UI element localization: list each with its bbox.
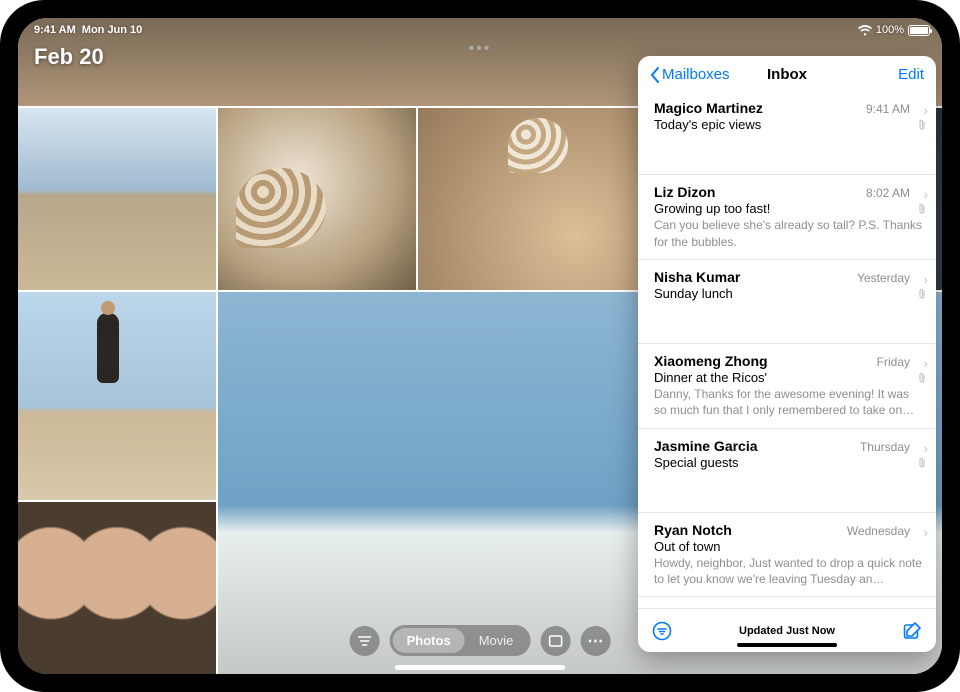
attachment-icon bbox=[917, 457, 927, 469]
chevron-right-icon: › bbox=[924, 187, 928, 202]
home-indicator[interactable] bbox=[395, 665, 565, 670]
photos-mode-button[interactable]: Photos bbox=[393, 628, 465, 653]
chevron-right-icon: › bbox=[924, 272, 928, 287]
mail-time: 9:41 AM bbox=[866, 102, 910, 116]
mail-row[interactable]: Magico Martinez 9:41 AMToday's epic views… bbox=[638, 91, 936, 175]
chevron-right-icon: › bbox=[924, 441, 928, 456]
ipad-frame: 9:41 AM Mon Jun 10 100% bbox=[0, 0, 960, 692]
mail-row[interactable]: Nisha Kumar YesterdaySunday lunch › bbox=[638, 260, 936, 344]
mail-preview bbox=[654, 133, 924, 165]
back-button[interactable]: Mailboxes bbox=[650, 66, 730, 83]
mail-sender: Magico Martinez bbox=[654, 100, 763, 116]
attachment-icon bbox=[917, 119, 927, 131]
status-date: Mon Jun 10 bbox=[82, 24, 143, 36]
mail-toolbar: Updated Just Now bbox=[638, 608, 936, 652]
mail-time: Wednesday bbox=[847, 524, 910, 538]
mail-row[interactable]: Liz Dizon 8:02 AMGrowing up too fast!Can … bbox=[638, 175, 936, 259]
chevron-right-icon: › bbox=[924, 356, 928, 371]
chevron-left-icon bbox=[650, 67, 660, 83]
mail-sender: Nisha Kumar bbox=[654, 269, 740, 285]
filter-button[interactable] bbox=[350, 626, 380, 656]
mail-slideover[interactable]: ••• Mailboxes Inbox Edit Magico Martinez… bbox=[638, 56, 936, 652]
mail-subject: Special guests bbox=[654, 455, 924, 470]
mail-subject: Dinner at the Ricos' bbox=[654, 370, 924, 385]
mail-sender: Xiaomeng Zhong bbox=[654, 353, 768, 369]
compose-button[interactable] bbox=[902, 621, 922, 641]
photos-date-title: Feb 20 bbox=[34, 44, 104, 70]
filter-mail-button[interactable] bbox=[652, 621, 672, 641]
mail-sender: Jasmine Garcia bbox=[654, 438, 758, 454]
attachment-icon bbox=[917, 288, 927, 300]
mail-status-text: Updated Just Now bbox=[739, 625, 835, 637]
back-label: Mailboxes bbox=[662, 66, 730, 83]
mail-time: Friday bbox=[877, 355, 910, 369]
mail-row[interactable]: Xiaomeng Zhong FridayDinner at the Ricos'… bbox=[638, 344, 936, 428]
mail-preview: Howdy, neighbor, Just wanted to drop a q… bbox=[654, 555, 924, 587]
multitask-indicator-icon[interactable]: ••• bbox=[469, 40, 492, 58]
photo-thumbnail[interactable] bbox=[218, 108, 416, 290]
mail-sender: Liz Dizon bbox=[654, 184, 715, 200]
mail-row[interactable]: Jasmine Garcia ThursdaySpecial guests › bbox=[638, 429, 936, 513]
photo-thumbnail[interactable] bbox=[18, 292, 216, 500]
mail-time: Thursday bbox=[860, 440, 910, 454]
battery-icon bbox=[908, 25, 930, 36]
mail-nav-bar: Mailboxes Inbox Edit bbox=[638, 56, 936, 91]
edit-button[interactable]: Edit bbox=[898, 66, 924, 83]
battery-percent: 100% bbox=[876, 24, 904, 36]
mail-preview bbox=[654, 471, 924, 503]
aspect-button[interactable] bbox=[540, 626, 570, 656]
more-button[interactable]: ⋯ bbox=[580, 626, 610, 656]
attachment-icon bbox=[917, 203, 927, 215]
mail-title: Inbox bbox=[767, 66, 807, 83]
photos-toolbar: Photos Movie ⋯ bbox=[350, 625, 611, 656]
wifi-icon bbox=[858, 25, 872, 36]
mail-preview: Danny, Thanks for the awesome evening! I… bbox=[654, 386, 924, 418]
chevron-right-icon: › bbox=[924, 103, 928, 118]
status-bar: 9:41 AM Mon Jun 10 100% bbox=[18, 18, 942, 38]
mail-row[interactable]: Ryan Notch WednesdayOut of townHowdy, nei… bbox=[638, 513, 936, 597]
attachment-icon bbox=[917, 372, 927, 384]
mail-preview bbox=[654, 302, 924, 334]
mail-sender: Ryan Notch bbox=[654, 522, 732, 538]
mail-preview: Can you believe she's already so tall? P… bbox=[654, 217, 924, 249]
status-time: 9:41 AM bbox=[34, 24, 76, 36]
screen: 9:41 AM Mon Jun 10 100% bbox=[18, 18, 942, 674]
photo-thumbnail[interactable] bbox=[18, 108, 216, 290]
mail-subject: Out of town bbox=[654, 539, 924, 554]
chevron-right-icon: › bbox=[924, 525, 928, 540]
mail-time: Yesterday bbox=[857, 271, 910, 285]
photo-thumbnail[interactable] bbox=[18, 502, 216, 674]
mail-subject: Growing up too fast! bbox=[654, 201, 924, 216]
mail-subject: Sunday lunch bbox=[654, 286, 924, 301]
mail-list[interactable]: Magico Martinez 9:41 AMToday's epic views… bbox=[638, 91, 936, 608]
mail-row[interactable]: Po-Chun Yeh5/29/24Lunch call? › bbox=[638, 597, 936, 608]
movie-mode-button[interactable]: Movie bbox=[465, 628, 528, 653]
mail-subject: Today's epic views bbox=[654, 117, 924, 132]
view-mode-segment: Photos Movie bbox=[390, 625, 531, 656]
mail-time: 8:02 AM bbox=[866, 186, 910, 200]
slideover-home-indicator[interactable] bbox=[737, 643, 837, 647]
